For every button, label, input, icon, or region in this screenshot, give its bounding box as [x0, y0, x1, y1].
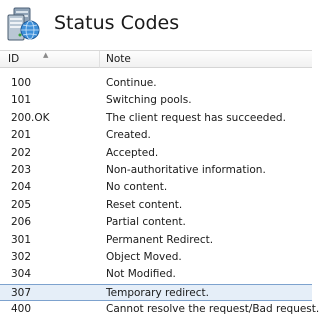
cell-note: Reset content. [106, 198, 183, 211]
cell-note: Continue. [106, 77, 157, 89]
table-row[interactable]: 203 Non-authoritative information. [0, 162, 312, 179]
cell-note: Switching pools. [106, 94, 192, 107]
status-codes-grid: ID ▲ Note 100 Continue. 101 Switching po… [0, 50, 319, 321]
table-row[interactable]: 304 Not Modified. [0, 266, 312, 283]
cell-note: Cannot resolve the request/Bad request. [106, 303, 320, 316]
table-row[interactable]: 204 No content. [0, 179, 312, 196]
cell-id: 206 [11, 216, 32, 229]
header: Status Codes [0, 0, 312, 50]
cell-note: Partial content. [106, 216, 186, 229]
cell-id: 200.OK [11, 111, 50, 124]
cell-id: 201 [11, 129, 32, 142]
table-row[interactable]: 301 Permanent Redirect. [0, 232, 312, 249]
column-header-note[interactable]: Note [100, 51, 312, 68]
cell-id: 101 [11, 94, 32, 107]
table-row[interactable]: 101 Switching pools. [0, 92, 312, 109]
cell-id: 205 [11, 198, 32, 211]
table-body: 100 Continue. 101 Switching pools. 200.O… [0, 75, 319, 318]
server-icon [4, 6, 42, 44]
cell-note: Created. [106, 129, 151, 142]
cell-id: 202 [11, 146, 32, 159]
table-row[interactable]: 206 Partial content. [0, 214, 312, 231]
cell-id: 100 [11, 77, 32, 89]
page-title: Status Codes [54, 12, 180, 34]
cell-note: Not Modified. [106, 268, 176, 281]
column-header-note-label: Note [106, 53, 131, 65]
table-row-selected[interactable]: 307 Temporary redirect. [0, 283, 312, 302]
table-row[interactable]: 201 Created. [0, 127, 312, 144]
cell-note: Accepted. [106, 146, 159, 159]
column-header-id[interactable]: ID ▲ [0, 51, 100, 68]
table-row[interactable]: 200.OK The client request has succeeded. [0, 110, 312, 127]
table-row[interactable]: 205 Reset content. [0, 197, 312, 214]
cell-id: 307 [11, 286, 32, 299]
table-row[interactable]: 202 Accepted. [0, 145, 312, 162]
cell-id: 400 [11, 303, 32, 316]
cell-note: Non-authoritative information. [106, 163, 266, 176]
table-row[interactable]: 100 Continue. [0, 75, 312, 92]
cell-note: Object Moved. [106, 250, 182, 263]
cell-id: 203 [11, 163, 32, 176]
cell-note: Temporary redirect. [106, 286, 209, 299]
cell-note: No content. [106, 181, 168, 194]
cell-id: 204 [11, 181, 32, 194]
cell-note: Permanent Redirect. [106, 233, 214, 246]
column-header-id-label: ID [8, 53, 20, 65]
table-row[interactable]: 302 Object Moved. [0, 249, 312, 266]
cell-id: 304 [11, 268, 32, 281]
sort-ascending-icon: ▲ [43, 51, 49, 59]
table-row[interactable]: 400 Cannot resolve the request/Bad reque… [0, 301, 319, 318]
cell-id: 301 [11, 233, 32, 246]
cell-note: The client request has succeeded. [106, 111, 286, 124]
cell-id: 302 [11, 250, 32, 263]
